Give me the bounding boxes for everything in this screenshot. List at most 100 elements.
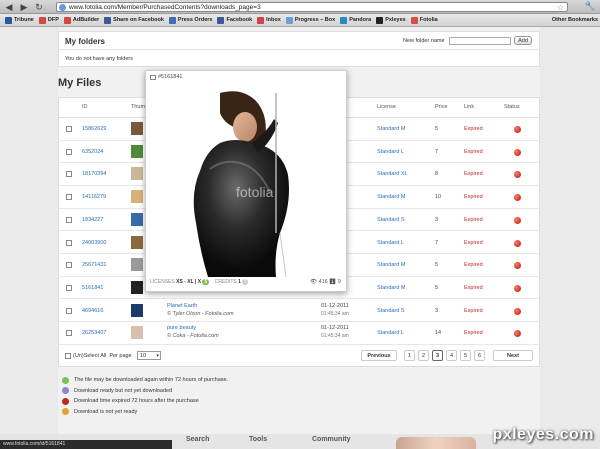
row-link: Expired bbox=[464, 194, 483, 201]
row-thumbnail[interactable] bbox=[131, 144, 143, 158]
row-checkbox[interactable] bbox=[66, 126, 72, 132]
row-thumbnail[interactable] bbox=[131, 235, 143, 249]
row-license[interactable]: Standard S bbox=[377, 308, 405, 314]
row-checkbox[interactable] bbox=[66, 330, 72, 337]
page-3-button[interactable]: 3 bbox=[432, 350, 443, 361]
bookmark-icon bbox=[168, 16, 176, 24]
row-status-icon bbox=[514, 216, 521, 224]
folders-header: My folders New folder name Add bbox=[59, 32, 539, 50]
address-bar[interactable]: www.fotolia.com/Member/PurchasedContents… bbox=[56, 2, 568, 12]
select-all[interactable]: (Un)Select All Per page bbox=[65, 353, 132, 359]
row-link: Expired bbox=[464, 148, 483, 155]
row-thumbnail[interactable] bbox=[131, 326, 143, 340]
row-id[interactable]: 18170394 bbox=[82, 171, 106, 177]
row-checkbox[interactable] bbox=[66, 239, 72, 246]
url-text: www.fotolia.com/Member/PurchasedContents… bbox=[69, 4, 261, 11]
row-license[interactable]: Standard XL bbox=[377, 171, 408, 177]
row-checkbox[interactable] bbox=[66, 284, 72, 291]
bookmark-item[interactable]: Facebook bbox=[217, 16, 252, 24]
preview-licenses: LICENSES XS - XL | X 5 CREDITS 1 ? bbox=[150, 279, 249, 285]
per-page-label: Per page bbox=[109, 353, 132, 359]
row-license[interactable]: Standard M bbox=[377, 194, 405, 200]
row-checkbox[interactable] bbox=[66, 307, 72, 314]
table-row: 26253407 pure beauty © Coka - Fotolia.com 0… bbox=[59, 322, 539, 345]
bookmark-item[interactable]: Fotolia bbox=[410, 16, 438, 24]
status-dot-icon bbox=[62, 397, 69, 405]
bottom-nav-tools[interactable]: Tools bbox=[249, 436, 267, 443]
forward-icon[interactable]: ▶ bbox=[18, 1, 30, 13]
row-description[interactable]: Planet Earth bbox=[167, 303, 197, 309]
per-page-select[interactable]: 10 bbox=[137, 351, 161, 360]
page-4-button[interactable]: 4 bbox=[446, 350, 457, 361]
page-2-button[interactable]: 2 bbox=[418, 350, 429, 361]
page-1-button[interactable]: 1 bbox=[404, 350, 415, 361]
row-thumbnail[interactable] bbox=[131, 190, 143, 204]
bookmark-item[interactable]: Pxleyes bbox=[376, 16, 406, 24]
other-bookmarks[interactable]: Other Bookmarks bbox=[552, 17, 598, 23]
row-thumbnail[interactable] bbox=[131, 280, 143, 294]
bookmark-item[interactable]: Press Orders bbox=[168, 16, 212, 24]
views-count: 416 bbox=[318, 279, 328, 285]
row-id[interactable]: 6352024 bbox=[82, 149, 103, 155]
row-description[interactable]: pure beauty bbox=[167, 325, 196, 331]
back-icon[interactable]: ◀ bbox=[3, 1, 15, 13]
add-folder-button[interactable]: Add bbox=[514, 36, 532, 45]
browser-status-bar: www.fotolia.com/id/5161841 bbox=[0, 440, 172, 449]
bookmark-item[interactable]: Inbox bbox=[257, 16, 281, 24]
next-page-button[interactable]: Next bbox=[493, 350, 533, 361]
row-checkbox[interactable] bbox=[66, 148, 72, 155]
row-id[interactable]: 24003900 bbox=[82, 240, 106, 246]
licenses-value: XS - XL | X bbox=[176, 279, 202, 285]
bookmark-item[interactable]: Progress – Box bbox=[285, 16, 335, 24]
row-thumbnail[interactable] bbox=[131, 258, 143, 272]
info-icon: ? bbox=[242, 279, 249, 285]
row-thumbnail[interactable] bbox=[131, 212, 143, 226]
col-id[interactable]: ID bbox=[82, 104, 88, 110]
col-price[interactable]: Price bbox=[435, 104, 448, 110]
bookmark-item[interactable]: Pandora bbox=[340, 16, 371, 24]
bottom-nav-search[interactable]: Search bbox=[186, 436, 209, 443]
bookmark-item[interactable]: Share on Facebook bbox=[104, 16, 164, 24]
select-all-checkbox[interactable] bbox=[65, 353, 71, 359]
row-checkbox[interactable] bbox=[66, 171, 72, 178]
previous-page-button[interactable]: Previous bbox=[361, 350, 397, 361]
row-id[interactable]: 26253407 bbox=[82, 330, 106, 336]
row-link: Expired bbox=[464, 171, 483, 178]
row-id[interactable]: 14116279 bbox=[82, 194, 106, 200]
row-license[interactable]: Standard M bbox=[377, 126, 405, 132]
row-id[interactable]: 1834227 bbox=[82, 217, 103, 223]
row-license[interactable]: Standard M bbox=[377, 285, 405, 291]
row-license[interactable]: Standard L bbox=[377, 330, 404, 336]
bookmark-star-icon[interactable]: ☆ bbox=[557, 3, 564, 12]
legend-item: Download ready but not yet downloaded bbox=[62, 386, 228, 397]
row-license[interactable]: Standard L bbox=[377, 240, 404, 246]
bookmark-label: Tribune bbox=[14, 17, 34, 23]
row-id[interactable]: 5161841 bbox=[82, 285, 103, 291]
bookmark-item[interactable]: Tribune bbox=[5, 16, 34, 24]
bookmark-icon bbox=[285, 16, 293, 24]
row-id[interactable]: 4694616 bbox=[82, 308, 103, 314]
row-checkbox[interactable] bbox=[66, 262, 72, 269]
licenses-badge: 5 bbox=[202, 279, 210, 285]
bottom-nav-community[interactable]: Community bbox=[312, 436, 351, 443]
col-link: Link bbox=[464, 104, 475, 110]
row-id[interactable]: 15862629 bbox=[82, 126, 106, 132]
row-thumbnail[interactable] bbox=[131, 122, 143, 135]
row-price: 3 bbox=[435, 216, 439, 223]
new-folder-input[interactable] bbox=[449, 37, 511, 45]
row-thumbnail[interactable] bbox=[131, 167, 143, 181]
row-license[interactable]: Standard M bbox=[377, 262, 405, 268]
row-thumbnail[interactable] bbox=[131, 303, 143, 317]
bookmark-item[interactable]: AdBuilder bbox=[63, 16, 99, 24]
bookmark-item[interactable]: DFP bbox=[38, 16, 59, 24]
row-id[interactable]: 25671431 bbox=[82, 262, 106, 268]
row-license[interactable]: Standard S bbox=[377, 217, 405, 223]
page-6-button[interactable]: 6 bbox=[474, 350, 485, 361]
page-5-button[interactable]: 5 bbox=[460, 350, 471, 361]
row-checkbox[interactable] bbox=[66, 216, 72, 223]
row-checkbox[interactable] bbox=[66, 194, 72, 201]
row-license[interactable]: Standard L bbox=[377, 149, 404, 155]
reload-icon[interactable]: ↻ bbox=[33, 1, 45, 13]
wrench-icon[interactable]: 🔧 bbox=[585, 1, 596, 12]
col-license[interactable]: License bbox=[377, 104, 396, 110]
